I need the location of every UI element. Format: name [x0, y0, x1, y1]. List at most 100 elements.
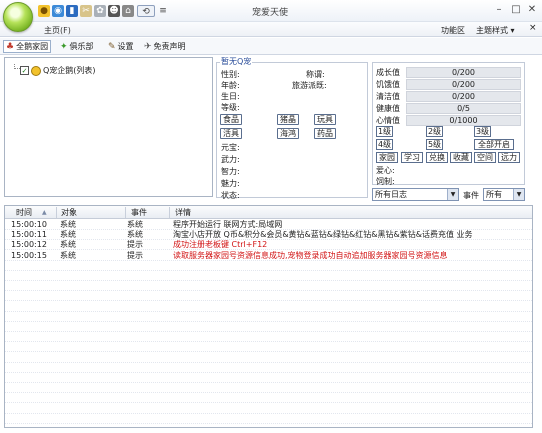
tab-home[interactable]: 主页(F) — [44, 25, 71, 36]
function-area-link[interactable]: 功能区 — [441, 25, 465, 36]
toolbar-label: 俱乐部 — [69, 42, 94, 51]
event-filter-select[interactable]: 所有 ▼ — [483, 188, 525, 201]
toy-button[interactable]: 玩具 — [314, 114, 336, 125]
stat-label: 饥饿值 — [376, 80, 400, 89]
nickname-label: 称谓: — [306, 70, 325, 79]
pet-tree-panel — [4, 57, 213, 197]
log-filter-select[interactable]: 所有日志 ▼ — [372, 188, 459, 201]
table-row[interactable]: 15:00:10 系统 系统 程序开始运行 联网方式:局域网 — [5, 220, 532, 230]
close-button[interactable]: ✕ — [524, 3, 540, 17]
level3-button[interactable]: 3级 — [474, 126, 491, 137]
power-action-button[interactable]: 远力 — [498, 152, 520, 163]
love-label: 爱心: — [376, 166, 395, 175]
open-all-button[interactable]: 全部开启 — [474, 139, 514, 150]
birthday-label: 生日: — [221, 92, 240, 101]
tree-root-item[interactable]: ✓ Q宠企鹅(列表) — [20, 65, 96, 76]
cell-detail: 程序开始运行 联网方式:局域网 — [173, 220, 283, 229]
stat-label: 成长值 — [376, 68, 400, 77]
toolbar-penguin-home-button[interactable]: ♣ 全鹅家园 — [3, 40, 52, 53]
cell-event: 提示 — [127, 250, 143, 260]
empty-table-row — [5, 393, 532, 404]
level1-button[interactable]: 1级 — [376, 126, 393, 137]
theme-style-menu[interactable]: 主题样式 ▾ — [476, 25, 515, 36]
hunger-row: 饥饿值 0/200 — [376, 79, 522, 90]
status-label: 状态: — [221, 191, 240, 200]
toolbar-disclaimer-button[interactable]: ✈ 免责声明 — [142, 40, 188, 53]
empty-table-row — [5, 383, 532, 394]
cell-detail: 成功注册老板键 Ctrl+F12 — [173, 240, 268, 250]
ribbon-close-icon[interactable]: × — [529, 23, 537, 33]
table-row[interactable]: 15:00:12 系统 提示 成功注册老板键 Ctrl+F12 — [5, 240, 532, 251]
minimize-button[interactable]: – — [491, 3, 507, 17]
health-row: 健康值 0/5 — [376, 103, 522, 114]
qq-pet-icon — [31, 65, 41, 76]
bulb-icon[interactable]: ● — [38, 5, 50, 17]
column-divider — [56, 207, 57, 218]
toolbar-label: 设置 — [117, 42, 134, 51]
space-action-button[interactable]: 空间 — [474, 152, 496, 163]
empty-table-row — [5, 373, 532, 383]
stat-value: 0/200 — [406, 79, 521, 90]
globe-icon[interactable]: ◉ — [52, 5, 64, 17]
maximize-button[interactable]: □ — [508, 3, 524, 17]
empty-table-row — [5, 271, 532, 281]
level-label: 等级: — [221, 103, 240, 112]
column-header-object[interactable]: 对象 — [61, 207, 77, 218]
cell-detail: 读取服务器家园号资源信息成功,宠物登录成功自动追加服务器家园号资源信息 — [173, 250, 448, 260]
empty-table-row — [5, 312, 532, 322]
undo-redo-icon[interactable]: ⟲ — [137, 5, 155, 17]
cell-object: 系统 — [60, 240, 76, 250]
stat-value: 0/200 — [406, 91, 521, 102]
clean-row: 清洁值 0/200 — [376, 91, 522, 102]
collect-action-button[interactable]: 收藏 — [450, 152, 472, 163]
empty-table-row — [5, 414, 532, 424]
table-row[interactable]: 15:00:11 系统 系统 淘宝小店开放 Q币&积分&会员&黄钻&蓝钻&绿钻&红钻&… — [5, 230, 532, 241]
tree-root-label: Q宠企鹅(列表) — [43, 66, 96, 75]
force-label: 武力: — [221, 155, 240, 164]
cell-object: 系统 — [60, 250, 76, 260]
toolbar-club-button[interactable]: ✦ 俱乐部 — [58, 40, 96, 53]
checkbox[interactable]: ✓ — [20, 66, 29, 75]
sea-button[interactable]: 海鸿 — [277, 128, 299, 139]
penguin-icon[interactable]: ☻ — [108, 5, 120, 17]
cell-time: 15:00:11 — [11, 230, 47, 240]
pet-group-title: 暂无Q宠 — [220, 56, 253, 67]
medicine-button[interactable]: 药品 — [314, 128, 336, 139]
scissors-icon[interactable]: ✂ — [80, 5, 92, 17]
level5-button[interactable]: 5级 — [426, 139, 443, 150]
stat-value: 0/1000 — [406, 115, 521, 126]
settings-icon: ✎ — [108, 41, 116, 52]
home-icon[interactable]: ⌂ — [122, 5, 134, 17]
charm-label: 魅力: — [221, 179, 240, 188]
level4-button[interactable]: 4级 — [376, 139, 393, 150]
cell-event: 系统 — [127, 220, 143, 229]
empty-table-row — [5, 342, 532, 353]
mood-row: 心情值 0/1000 — [376, 115, 522, 126]
intellect-label: 智力: — [221, 167, 240, 176]
event-filter-value: 所有 — [486, 190, 502, 199]
column-header-time[interactable]: 时间 — [16, 207, 32, 218]
gear-tool-icon[interactable]: ✿ — [94, 5, 106, 17]
quick-access-menu-icon[interactable]: ≡ — [157, 5, 169, 17]
toolbar-label: 免责声明 — [153, 42, 186, 51]
table-row[interactable]: 15:00:15 系统 提示 读取服务器家园号资源信息成功,宠物登录成功自动追加服务器… — [5, 251, 532, 261]
level2-button[interactable]: 2级 — [426, 126, 443, 137]
column-header-event[interactable]: 事件 — [131, 207, 147, 218]
empty-table-row — [5, 353, 532, 363]
cell-time: 15:00:12 — [11, 240, 47, 250]
stat-label: 心情值 — [376, 116, 400, 125]
crystal-button[interactable]: 猪晶 — [277, 114, 299, 125]
cell-time: 15:00:15 — [11, 250, 47, 260]
sort-ascending-icon: ▲ — [42, 209, 47, 216]
book-icon[interactable]: ▮ — [66, 5, 78, 17]
exchange-action-button[interactable]: 兑换 — [426, 152, 448, 163]
column-header-detail[interactable]: 详情 — [175, 207, 191, 218]
food-button[interactable]: 食品 — [220, 114, 242, 125]
home-action-button[interactable]: 家园 — [376, 152, 398, 163]
app-orb-button[interactable] — [3, 2, 33, 32]
chevron-down-icon: ▼ — [513, 189, 524, 200]
study-action-button[interactable]: 学习 — [401, 152, 423, 163]
tool-button[interactable]: 活具 — [220, 128, 242, 139]
toolbar-settings-button[interactable]: ✎ 设置 — [106, 40, 136, 53]
stat-label: 健康值 — [376, 104, 400, 113]
